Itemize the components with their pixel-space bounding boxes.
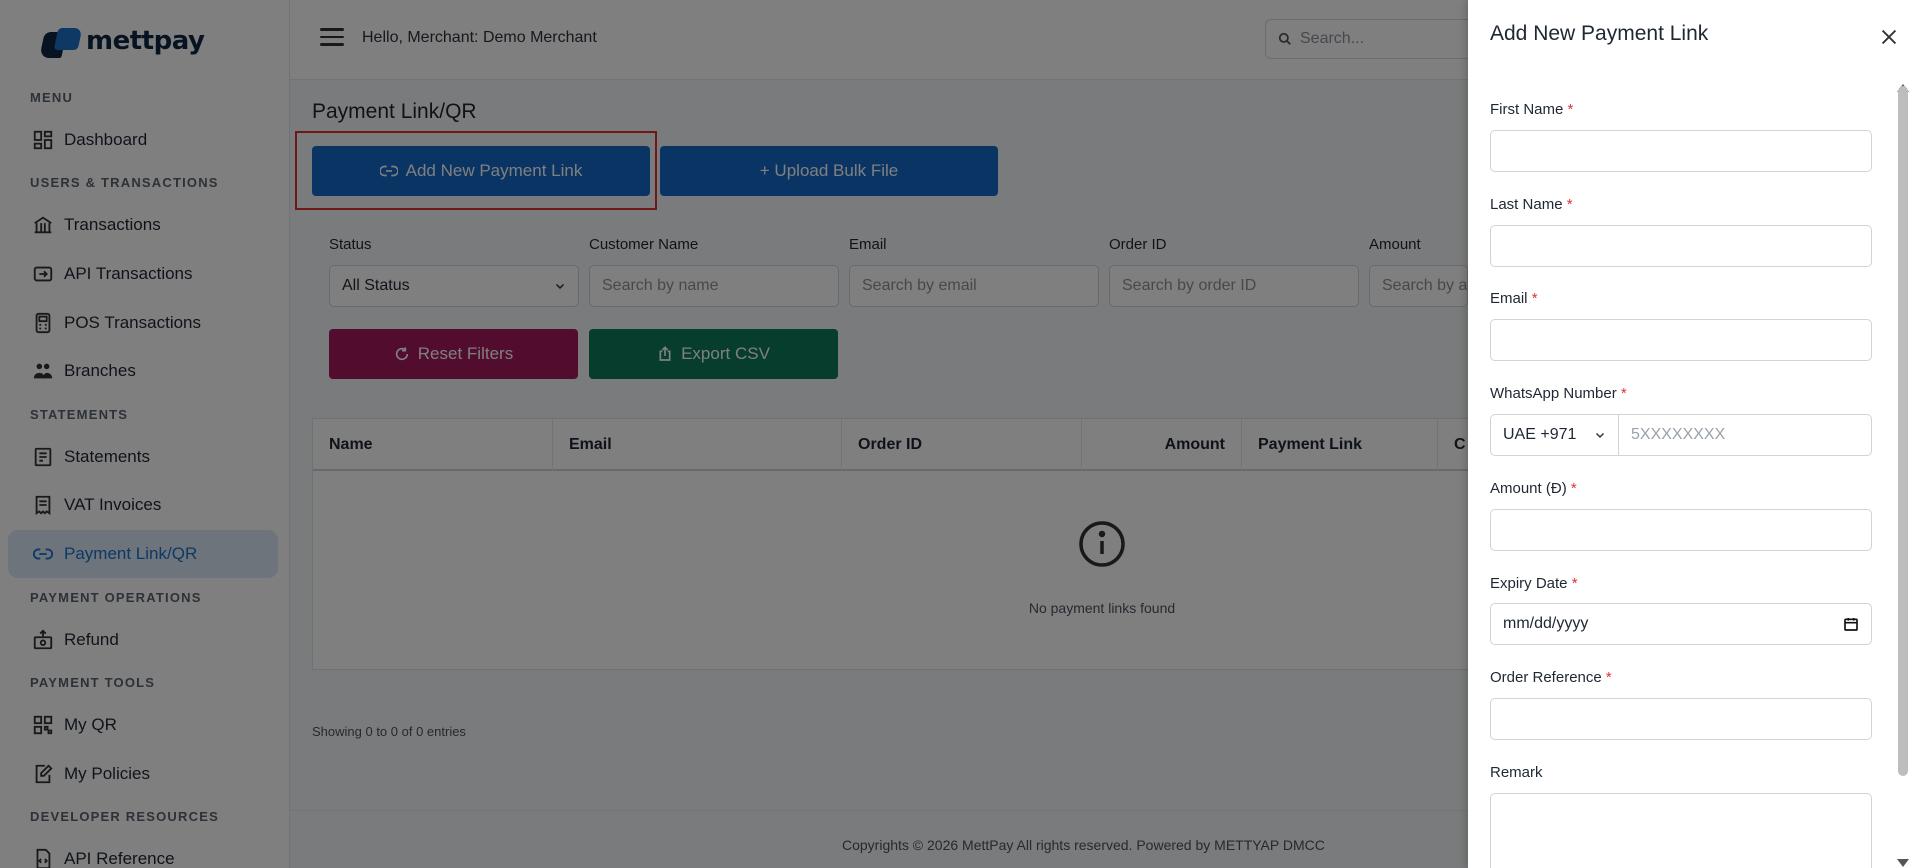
calendar-icon[interactable]: [1843, 616, 1859, 632]
country-code-value: UAE +971: [1503, 426, 1577, 443]
drawer-title: Add New Payment Link: [1490, 22, 1709, 45]
close-icon[interactable]: [1878, 26, 1900, 48]
expiry-date-input[interactable]: mm/dd/yyyy: [1490, 603, 1872, 645]
expiry-date-label: Expiry Date *: [1490, 575, 1578, 592]
scroll-down-arrow-icon[interactable]: [1897, 859, 1909, 867]
amount-input[interactable]: [1490, 509, 1872, 551]
add-payment-link-drawer: Add New Payment Link First Name * Last N…: [1468, 0, 1915, 868]
first-name-input[interactable]: [1490, 130, 1872, 172]
email-input[interactable]: [1490, 319, 1872, 361]
drawer-scrollbar[interactable]: [1898, 86, 1908, 776]
expiry-date-placeholder: mm/dd/yyyy: [1503, 615, 1589, 632]
order-reference-label: Order Reference *: [1490, 669, 1612, 686]
remark-textarea[interactable]: [1490, 793, 1872, 868]
remark-label: Remark: [1490, 764, 1543, 781]
country-code-select[interactable]: UAE +971: [1490, 414, 1619, 456]
chevron-down-icon: [1595, 432, 1605, 439]
first-name-label: First Name *: [1490, 101, 1574, 118]
whatsapp-placeholder: 5XXXXXXXX: [1631, 426, 1726, 443]
whatsapp-number-input[interactable]: 5XXXXXXXX: [1618, 414, 1872, 456]
amount-label: Amount (Đ) *: [1490, 480, 1577, 497]
email-label: Email *: [1490, 290, 1538, 307]
last-name-label: Last Name *: [1490, 196, 1573, 213]
last-name-input[interactable]: [1490, 225, 1872, 267]
whatsapp-label: WhatsApp Number *: [1490, 385, 1627, 402]
order-reference-input[interactable]: [1490, 698, 1872, 740]
